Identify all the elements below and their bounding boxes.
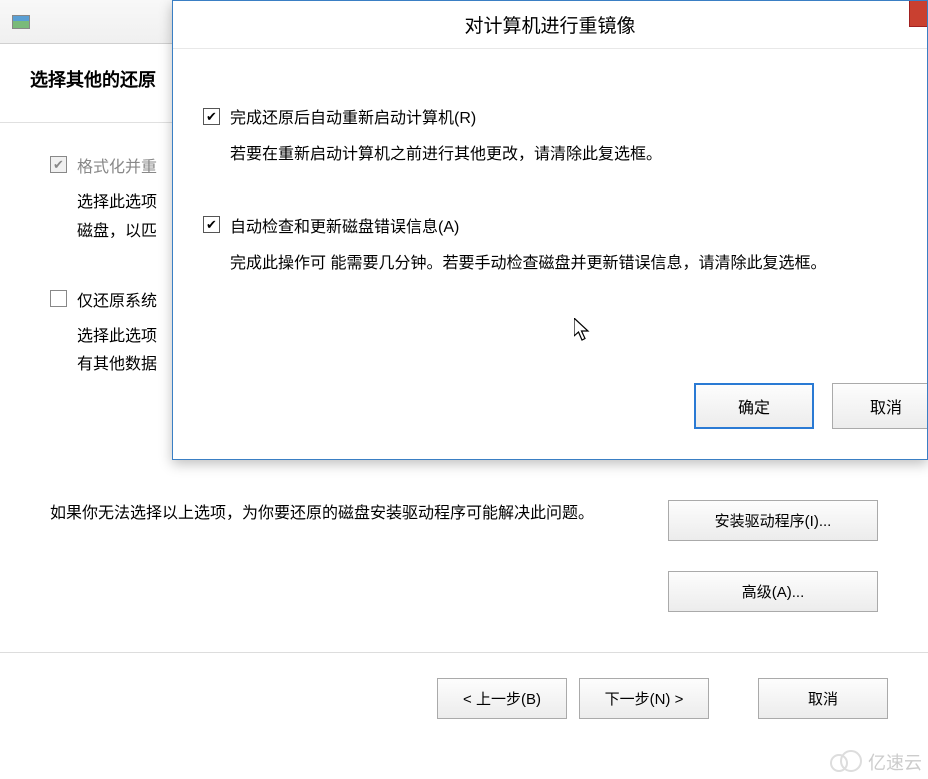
system-only-label: 仅还原系统 [77,287,157,311]
dialog-title: 对计算机进行重镜像 [464,11,635,38]
wizard-cancel-button[interactable]: 取消 [758,678,888,719]
next-button[interactable]: 下一步(N) > [579,678,709,719]
driver-section: 如果你无法选择以上选项，为你要还原的磁盘安装驱动程序可能解决此问题。 安装驱动程… [0,500,928,612]
dialog-cancel-button[interactable]: 取消 [832,383,927,429]
close-icon[interactable] [909,1,927,27]
dialog-titlebar: 对计算机进行重镜像 [173,1,927,49]
watermark-text: 亿速云 [868,749,922,775]
restart-desc: 若要在重新启动计算机之前进行其他更改，请清除此复选框。 [230,142,907,168]
dialog-button-row: 确定 取消 [694,383,927,429]
diskcheck-label: 自动检查和更新磁盘错误信息(A) [230,213,459,237]
format-label: 格式化并重 [77,153,157,177]
restart-label: 完成还原后自动重新启动计算机(R) [230,104,476,128]
diskcheck-checkbox[interactable]: ✔ [203,216,220,233]
watermark: 亿速云 [830,749,922,775]
advanced-button[interactable]: 高级(A)... [668,571,878,612]
driver-help-text: 如果你无法选择以上选项，为你要还原的磁盘安装驱动程序可能解决此问题。 [50,500,668,529]
diskcheck-option: ✔ 自动检查和更新磁盘错误信息(A) 完成此操作可 能需要几分钟。若要手动检查磁… [203,213,907,277]
diskcheck-desc: 完成此操作可 能需要几分钟。若要手动检查磁盘并更新错误信息，请清除此复选框。 [230,251,907,277]
restart-option: ✔ 完成还原后自动重新启动计算机(R) 若要在重新启动计算机之前进行其他更改，请… [203,104,907,168]
wizard-footer-buttons: < 上一步(B) 下一步(N) > 取消 [0,653,928,719]
reimage-dialog: 对计算机进行重镜像 ✔ 完成还原后自动重新启动计算机(R) 若要在重新启动计算机… [172,0,928,460]
restart-checkbox[interactable]: ✔ [203,108,220,125]
back-button[interactable]: < 上一步(B) [437,678,567,719]
system-only-checkbox[interactable] [50,290,67,307]
watermark-cloud-icon [830,752,862,772]
dialog-body: ✔ 完成还原后自动重新启动计算机(R) 若要在重新启动计算机之前进行其他更改，请… [173,49,927,341]
format-checkbox[interactable]: ✔ [50,156,67,173]
window-icon [12,15,30,29]
install-driver-button[interactable]: 安装驱动程序(I)... [668,500,878,541]
ok-button[interactable]: 确定 [694,383,814,429]
